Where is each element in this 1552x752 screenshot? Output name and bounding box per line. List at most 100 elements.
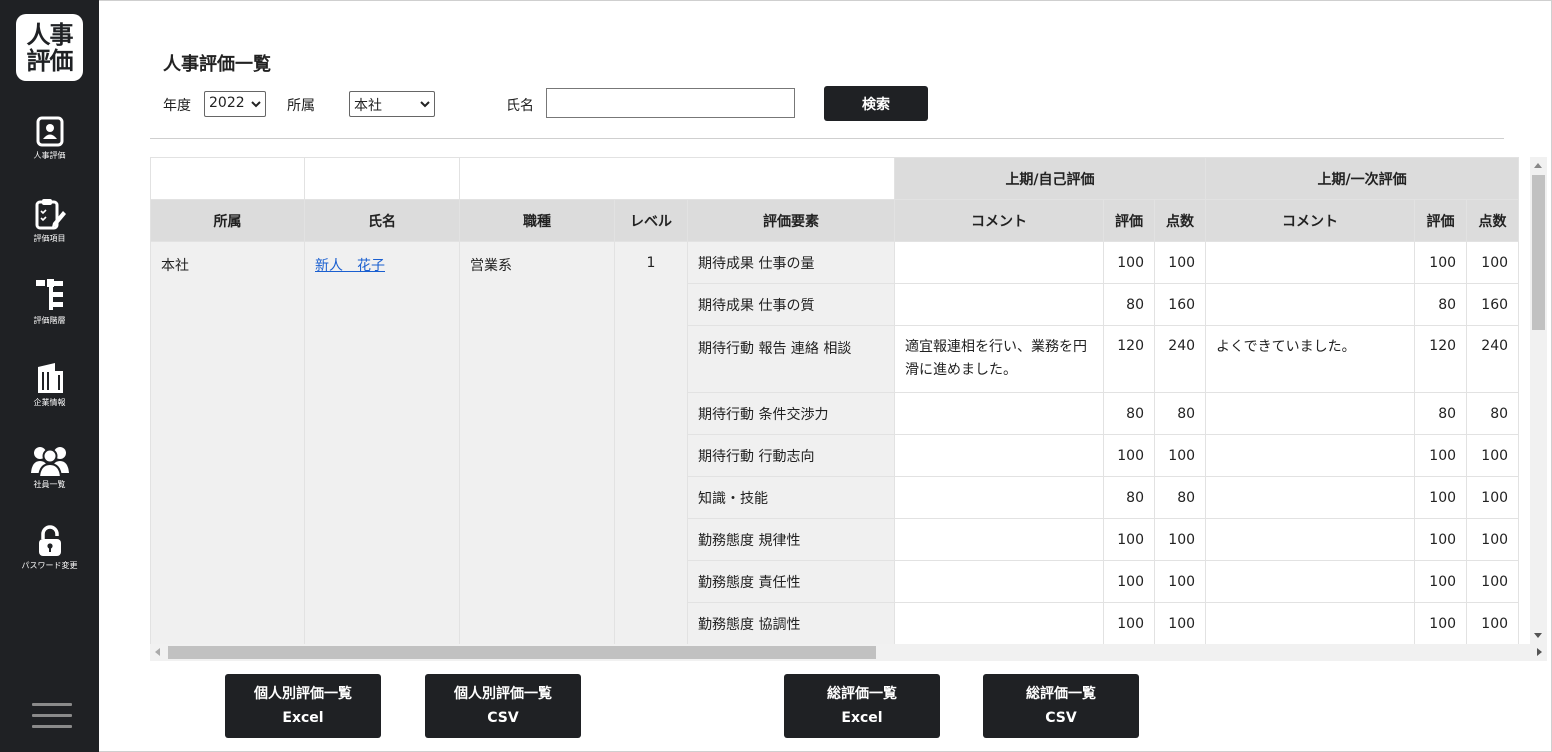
dept-label: 所属 — [287, 98, 315, 114]
col-header-name: 氏名 — [304, 199, 460, 242]
scroll-corner — [1530, 644, 1547, 661]
col-header-self-comment: コメント — [894, 199, 1104, 242]
sidebar-item-evaluation[interactable]: 人事評価 — [0, 116, 99, 161]
cell-first-rating: 100 — [1414, 241, 1468, 284]
scroll-left-icon[interactable] — [155, 648, 160, 656]
cell-self-comment — [894, 602, 1104, 644]
cell-first-comment — [1205, 241, 1416, 284]
sidebar-item-label: パスワード変更 — [21, 561, 78, 570]
cell-first-comment — [1205, 602, 1416, 644]
cell-name: 新人 花子 — [304, 241, 460, 644]
app-logo[interactable]: 人事 評価 — [16, 14, 83, 81]
export-individual-csv-button[interactable]: 個人別評価一覧 CSV — [425, 674, 581, 738]
export-total-excel-button[interactable]: 総評価一覧 Excel — [784, 674, 940, 738]
export-total-csv-button[interactable]: 総評価一覧 CSV — [983, 674, 1139, 738]
scroll-down-icon[interactable] — [1534, 633, 1542, 638]
cell-self-comment — [894, 560, 1104, 603]
cell-first-score: 100 — [1466, 602, 1520, 644]
cell-self-score: 100 — [1153, 518, 1207, 561]
scroll-right-icon[interactable] — [1537, 648, 1542, 656]
cell-first-comment — [1205, 392, 1416, 435]
col-header-first-rating: 評価 — [1414, 199, 1468, 242]
sidebar: 人事 評価 人事評価 評価項目 評価階層 企業情報 社員一覧 パスワード変更 — [0, 0, 99, 752]
cell-element: 勤務態度 責任性 — [687, 560, 895, 603]
button-label: 総評価一覧 — [1026, 686, 1096, 702]
button-label: 個人別評価一覧 — [454, 686, 552, 702]
people-icon — [30, 447, 69, 477]
hierarchy-icon — [35, 279, 63, 310]
hamburger-icon[interactable] — [32, 703, 72, 736]
header-blank — [304, 157, 460, 200]
cell-self-rating: 100 — [1103, 434, 1155, 477]
cell-first-rating: 80 — [1414, 283, 1468, 326]
cell-first-comment — [1205, 434, 1416, 477]
sidebar-item-hierarchy[interactable]: 評価階層 — [0, 277, 99, 326]
logo-line-2: 評価 — [26, 46, 74, 75]
cell-element: 勤務態度 協調性 — [687, 602, 895, 644]
cell-self-rating: 100 — [1103, 241, 1155, 284]
building-icon — [37, 363, 63, 393]
cell-first-comment — [1205, 476, 1416, 519]
sidebar-item-label: 評価項目 — [33, 234, 66, 243]
cell-first-score: 160 — [1466, 283, 1520, 326]
cell-first-comment — [1205, 560, 1416, 603]
search-button[interactable]: 検索 — [824, 86, 928, 121]
year-label: 年度 — [163, 98, 191, 114]
sidebar-item-employees[interactable]: 社員一覧 — [0, 443, 99, 490]
dept-select[interactable]: 本社 — [349, 91, 435, 117]
group-header-first: 上期/一次評価 — [1205, 157, 1520, 200]
export-individual-excel-button[interactable]: 個人別評価一覧 Excel — [225, 674, 381, 738]
scroll-up-icon[interactable] — [1534, 163, 1542, 168]
divider — [150, 138, 1504, 139]
cell-first-rating: 100 — [1414, 560, 1468, 603]
horizontal-scrollbar[interactable] — [150, 644, 1530, 661]
cell-self-comment — [894, 476, 1104, 519]
col-header-first-score: 点数 — [1466, 199, 1520, 242]
cell-first-rating: 100 — [1414, 602, 1468, 644]
table-row: 本社 新人 花子 営業系 1 期待成果 仕事の量 100 100 100 100 — [150, 241, 1520, 644]
chevron-down-icon — [420, 101, 430, 108]
button-format: CSV — [1045, 710, 1077, 726]
cell-first-rating: 120 — [1414, 325, 1468, 393]
vertical-scrollbar[interactable] — [1530, 157, 1547, 644]
evaluation-table-container[interactable]: 上期/自己評価 上期/一次評価 所属 氏名 職種 レベル 評価要素 コメント 評… — [150, 157, 1530, 644]
lock-icon — [38, 525, 61, 556]
dept-select-value: 本社 — [354, 98, 382, 114]
col-header-first-comment: コメント — [1205, 199, 1416, 242]
cell-self-comment — [894, 434, 1104, 477]
cell-first-rating: 100 — [1414, 476, 1468, 519]
cell-job: 営業系 — [459, 241, 615, 644]
cell-self-rating: 80 — [1103, 476, 1155, 519]
cell-self-score: 80 — [1153, 392, 1207, 435]
cell-first-score: 100 — [1466, 476, 1520, 519]
cell-element: 勤務態度 規律性 — [687, 518, 895, 561]
sidebar-item-label: 社員一覧 — [33, 480, 66, 489]
sidebar-item-company[interactable]: 企業情報 — [0, 361, 99, 408]
sidebar-item-evaluation-items[interactable]: 評価項目 — [0, 197, 99, 244]
cell-self-comment — [894, 518, 1104, 561]
logo-line-1: 人事 — [26, 20, 74, 49]
cell-element: 期待行動 行動志向 — [687, 434, 895, 477]
cell-first-score: 100 — [1466, 434, 1520, 477]
horizontal-scroll-thumb[interactable] — [168, 646, 876, 659]
year-select[interactable]: 2022 — [204, 91, 266, 117]
cell-first-score: 100 — [1466, 560, 1520, 603]
sidebar-item-password[interactable]: パスワード変更 — [0, 524, 99, 571]
cell-element: 期待行動 条件交渉力 — [687, 392, 895, 435]
button-format: CSV — [487, 710, 519, 726]
cell-first-score: 100 — [1466, 241, 1520, 284]
name-label: 氏名 — [506, 98, 534, 114]
header-blank — [150, 157, 305, 200]
group-header-row: 上期/自己評価 上期/一次評価 — [150, 157, 1520, 200]
name-input[interactable] — [546, 88, 795, 118]
person-id-icon — [36, 116, 63, 147]
employee-name-link[interactable]: 新人 花子 — [315, 258, 385, 274]
column-header-row: 所属 氏名 職種 レベル 評価要素 コメント 評価 点数 コメント 評価 点数 — [150, 199, 1520, 242]
cell-self-score: 100 — [1153, 560, 1207, 603]
vertical-scroll-thumb[interactable] — [1532, 175, 1545, 330]
page-title: 人事評価一覧 — [163, 54, 271, 75]
cell-self-score: 100 — [1153, 241, 1207, 284]
cell-self-score: 80 — [1153, 476, 1207, 519]
cell-self-rating: 100 — [1103, 518, 1155, 561]
cell-element: 知識・技能 — [687, 476, 895, 519]
